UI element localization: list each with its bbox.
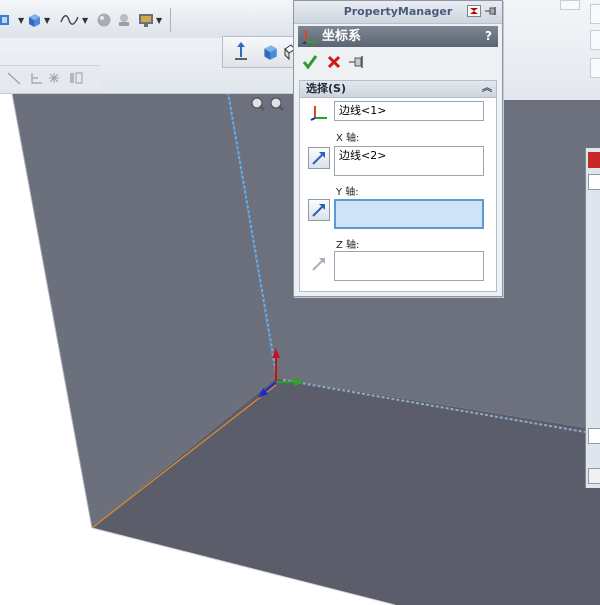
task-pane-tabs: [502, 0, 600, 100]
property-manager-title-bar: PropertyManager: [294, 1, 502, 24]
action-buttons: [294, 51, 502, 77]
selection-group-header[interactable]: 选择(S) ︽: [300, 81, 496, 98]
dropdown-arrow-icon[interactable]: ▼: [18, 16, 24, 25]
dropdown-arrow-icon[interactable]: ▼: [156, 16, 162, 25]
monitor-icon: [139, 14, 153, 27]
dropdown-arrow-icon[interactable]: ▼: [82, 16, 88, 25]
task-pane-button[interactable]: [590, 4, 600, 24]
property-manager-title: PropertyManager: [343, 5, 453, 18]
task-pane-button[interactable]: [590, 30, 600, 50]
task-pane-button[interactable]: [590, 58, 600, 78]
y-axis-selection-field[interactable]: [334, 199, 484, 229]
dialog-field[interactable]: [588, 428, 600, 444]
dialog-field[interactable]: [588, 174, 600, 190]
ok-checkmark-icon[interactable]: [302, 54, 318, 70]
x-axis-label: X 轴:: [336, 133, 360, 144]
zoom-to-fit-icon[interactable]: [251, 97, 265, 111]
curve-icon: [60, 15, 79, 25]
heads-up-view-toolbar: [222, 36, 299, 68]
z-axis-label: Z 轴:: [336, 240, 360, 251]
collapse-chevrons-icon[interactable]: ︽: [482, 81, 492, 97]
reverse-direction-icon: [312, 152, 325, 165]
zoom-to-area-icon[interactable]: [270, 97, 284, 111]
origin-icon: [310, 106, 327, 121]
coordinate-system-icon: [302, 30, 317, 44]
toolbar-button-display[interactable]: ▼: [138, 11, 162, 29]
cancel-x-icon[interactable]: [326, 54, 342, 70]
origin-selection-field[interactable]: 边线<1>: [334, 101, 484, 121]
x-axis-reverse-button[interactable]: [308, 147, 330, 169]
appearance-sphere-icon: [97, 13, 111, 27]
z-axis-selection-field[interactable]: [334, 251, 484, 281]
sketch-tools-icon[interactable]: [4, 70, 96, 86]
floating-dialog-edge[interactable]: [585, 148, 600, 488]
pushpin-icon[interactable]: [348, 54, 366, 70]
reverse-direction-icon: [312, 204, 325, 217]
dropdown-arrow-icon[interactable]: ▼: [44, 16, 50, 25]
expand-panel-icon[interactable]: [467, 5, 481, 17]
normal-to-icon[interactable]: [231, 41, 251, 63]
toolbar-button-scene[interactable]: [116, 11, 132, 29]
feature-title: 坐标系: [322, 29, 362, 44]
x-axis-selection-field[interactable]: 边线<2>: [334, 146, 484, 176]
dialog-button[interactable]: [588, 468, 600, 484]
toolbar-button-curves[interactable]: ▼: [60, 11, 88, 29]
task-pane-button[interactable]: [560, 0, 580, 10]
standard-toolbar: ▼ ▼ ▼ ▼: [0, 0, 295, 39]
reverse-direction-icon: [312, 258, 325, 271]
z-axis-reverse-button[interactable]: [308, 253, 330, 275]
dialog-title-icon: [588, 152, 600, 168]
cube-view-icon: [29, 14, 40, 27]
property-manager-panel: PropertyManager 坐标系 ? 选择(S) ︽ 边线<1> X 轴:…: [293, 0, 503, 297]
pushpin-icon[interactable]: [484, 5, 498, 17]
selection-group: 选择(S) ︽ 边线<1> X 轴: 边线<2> Y 轴: Z 轴:: [299, 80, 497, 292]
selection-group-title: 选择(S): [306, 82, 346, 95]
toolbar-separator: [170, 8, 171, 32]
toolbar-button-view[interactable]: ▼: [26, 11, 50, 29]
standard-views-cube-icon[interactable]: [261, 43, 279, 61]
sketch-toolbar: [0, 65, 100, 90]
feature-header: 坐标系 ?: [298, 26, 498, 47]
toolbar-button-appearance[interactable]: [96, 11, 112, 29]
y-axis-reverse-button[interactable]: [308, 199, 330, 221]
help-button[interactable]: ?: [485, 26, 492, 47]
zoom-tools[interactable]: [250, 96, 288, 112]
y-axis-label: Y 轴:: [336, 187, 359, 198]
rebuild-icon: [0, 15, 9, 25]
toolbar-button-rebuild[interactable]: ▼: [0, 11, 24, 29]
scene-icon: [119, 14, 129, 26]
